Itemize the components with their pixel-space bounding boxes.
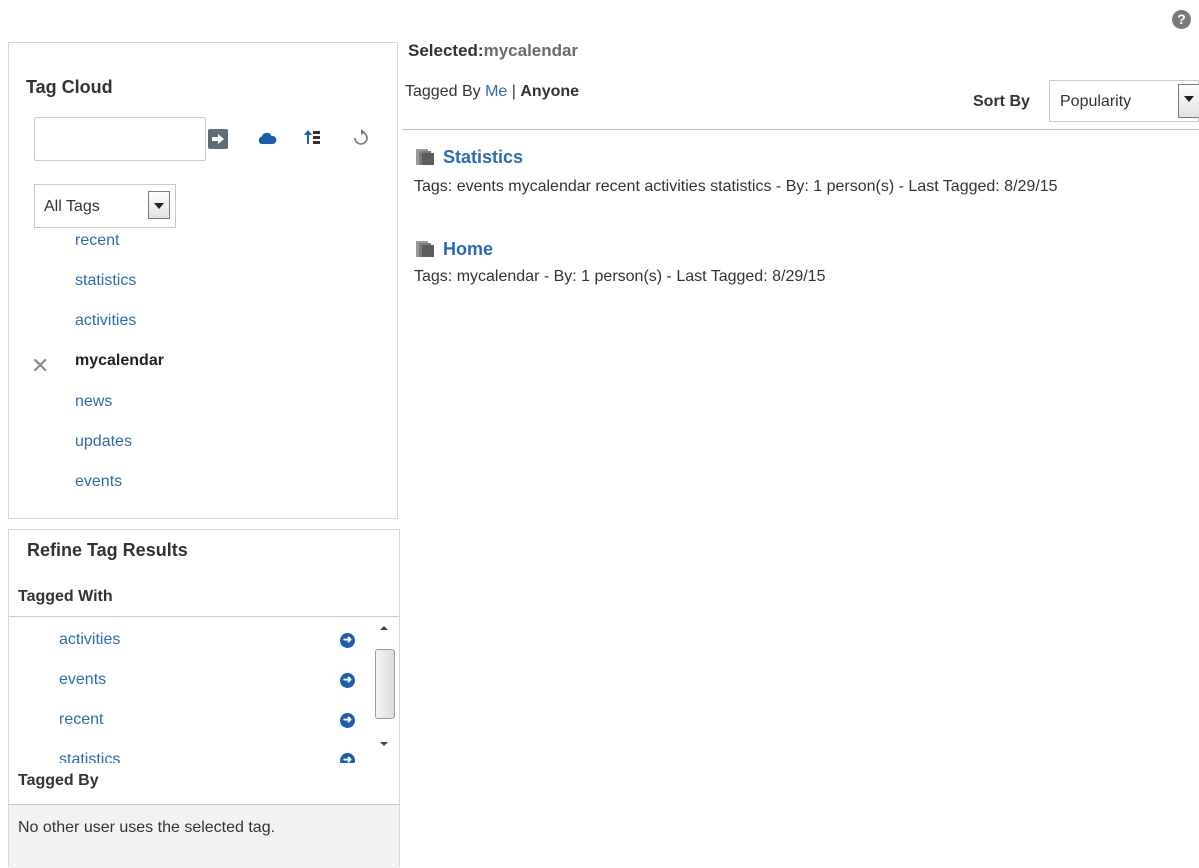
- refresh-icon[interactable]: [351, 128, 371, 148]
- tagged-by-separator: |: [511, 83, 516, 100]
- go-arrow-icon[interactable]: ➜: [340, 753, 355, 763]
- tag-cloud-item-activities[interactable]: activities: [75, 312, 136, 330]
- result-meta-home: Tags: mycalendar - By: 1 person(s) - Las…: [414, 268, 826, 285]
- tag-cloud-item-recent[interactable]: recent: [75, 232, 119, 250]
- go-arrow-icon[interactable]: [208, 129, 228, 149]
- result-meta-statistics: Tags: events mycalendar recent activitie…: [414, 178, 1058, 195]
- tag-cloud-panel: Tag Cloud All Tags recent statistics act…: [8, 42, 398, 519]
- tagged-with-item-recent[interactable]: recent: [59, 711, 103, 729]
- chevron-down-icon[interactable]: [1178, 84, 1199, 118]
- tagged-with-header: Tagged With: [9, 579, 399, 617]
- tag-cloud-title: Tag Cloud: [26, 77, 113, 97]
- tagged-with-list: activities ➜ events ➜ recent ➜ statistic…: [9, 618, 399, 763]
- refine-title: Refine Tag Results: [27, 540, 188, 560]
- tagged-by-prefix: Tagged By: [405, 83, 481, 100]
- go-arrow-icon[interactable]: ➜: [340, 673, 355, 688]
- result-title-home[interactable]: Home: [443, 239, 493, 260]
- tagged-by-filter: Tagged By Me | Anyone: [405, 83, 579, 101]
- tag-cloud-item-mycalendar[interactable]: mycalendar: [75, 352, 164, 370]
- scrollbar-thumb[interactable]: [375, 649, 395, 719]
- sort-by-value: Popularity: [1060, 93, 1132, 110]
- sort-by-label: Sort By: [973, 93, 1030, 110]
- tag-cloud-item-news[interactable]: news: [75, 393, 112, 411]
- remove-tag-icon[interactable]: ✕: [31, 355, 49, 377]
- tag-search-input[interactable]: [34, 117, 206, 161]
- tag-cloud-item-statistics[interactable]: statistics: [75, 272, 136, 290]
- tagged-by-anyone: Anyone: [520, 83, 580, 100]
- pages-icon: [416, 241, 434, 257]
- tag-cloud-item-updates[interactable]: updates: [75, 433, 132, 451]
- refine-tag-results-panel: Refine Tag Results Tagged With activitie…: [8, 529, 400, 868]
- sort-tags-icon[interactable]: [303, 127, 323, 147]
- selected-prefix: Selected:: [408, 41, 484, 60]
- scroll-up-icon[interactable]: [379, 624, 389, 632]
- scroll-down-icon[interactable]: [379, 740, 389, 748]
- help-icon[interactable]: ?: [1172, 10, 1191, 29]
- sort-by-select[interactable]: Popularity: [1049, 80, 1199, 122]
- tagged-with-item-events[interactable]: events: [59, 671, 106, 689]
- tag-filter-value: All Tags: [44, 198, 100, 215]
- result-title-statistics[interactable]: Statistics: [443, 147, 523, 168]
- tagged-with-item-activities[interactable]: activities: [59, 631, 120, 649]
- go-arrow-icon[interactable]: ➜: [340, 633, 355, 648]
- selected-tag-value: mycalendar: [483, 41, 579, 60]
- tag-cloud-item-events[interactable]: events: [75, 473, 122, 491]
- tagged-by-message: No other user uses the selected tag.: [9, 805, 399, 868]
- chevron-down-icon[interactable]: [148, 191, 170, 219]
- go-arrow-icon[interactable]: ➜: [340, 713, 355, 728]
- tag-filter-select[interactable]: All Tags: [34, 184, 176, 228]
- tagged-by-header: Tagged By: [9, 763, 399, 805]
- tagged-by-me-link[interactable]: Me: [485, 83, 507, 100]
- tagged-with-scrollbar[interactable]: [373, 618, 397, 763]
- divider: [402, 129, 1199, 130]
- selected-tag-label: Selected:mycalendar: [408, 41, 578, 61]
- cloud-icon[interactable]: [257, 129, 277, 149]
- tagged-with-item-statistics[interactable]: statistics: [59, 751, 120, 763]
- pages-icon: [416, 149, 434, 165]
